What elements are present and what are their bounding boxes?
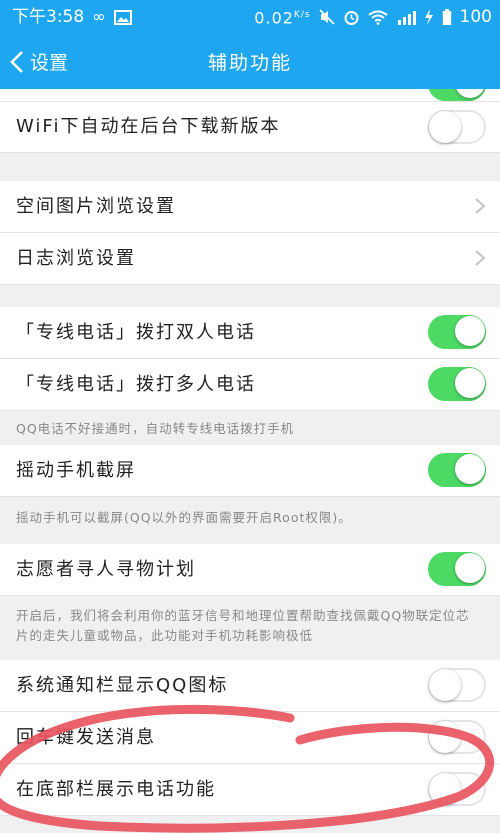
page-title: 辅助功能: [207, 52, 292, 74]
settings-list: WiFi下自动在后台下载新版本 空间图片浏览设置 日志浏览设置 「专线电话」拨打…: [0, 89, 500, 816]
row-diary-browse-settings[interactable]: 日志浏览设置: [0, 233, 500, 285]
toggle-knob: [429, 773, 461, 805]
wifi-icon: [367, 10, 388, 25]
row-enter-send[interactable]: 回车键发送消息: [0, 712, 500, 764]
title-bar: 设置 辅助功能: [0, 34, 500, 89]
toggle-knob: [429, 111, 461, 143]
row-label: 日志浏览设置: [16, 248, 136, 269]
signal-icon: [397, 10, 416, 25]
toggle-knob: [455, 454, 485, 484]
row-volunteer-plan[interactable]: 志愿者寻人寻物计划: [0, 544, 500, 596]
toggle-knob: [455, 553, 485, 583]
toggle-bottom-call[interactable]: [428, 772, 486, 806]
row-shake-screenshot[interactable]: 摇动手机截屏: [0, 445, 500, 497]
partial-row-top: [0, 89, 500, 102]
shake-note: 摇动手机可以截屏(QQ以外的界面需要开启Root权限)。: [16, 510, 352, 525]
row-label: 「专线电话」拨打多人电话: [16, 374, 256, 395]
speed-value: 0.02: [254, 8, 294, 28]
row-label: 在底部栏展示电话功能: [16, 779, 216, 800]
charging-icon: [424, 9, 433, 25]
chevron-right-icon: [475, 198, 486, 214]
row-label: 志愿者寻人寻物计划: [16, 559, 196, 580]
toggle-call-multi[interactable]: [428, 367, 486, 401]
toggle-knob: [455, 368, 485, 398]
speed-unit: K/s: [293, 10, 311, 21]
toggle-shake-screenshot[interactable]: [428, 453, 486, 487]
row-call-double[interactable]: 「专线电话」拨打双人电话: [0, 307, 500, 359]
status-time: 下午3:58: [12, 7, 85, 27]
toggle-wifi-auto-update[interactable]: [428, 110, 486, 144]
toggle-knob: [429, 721, 461, 753]
partial-row-toggle[interactable]: [428, 89, 486, 101]
row-label: 摇动手机截屏: [16, 460, 136, 481]
status-bar: 下午3:58 ∞ 0.02K/s 100: [0, 0, 500, 34]
toggle-knob: [455, 89, 485, 98]
infinity-icon: ∞: [92, 7, 106, 26]
alarm-icon: [344, 10, 359, 25]
toggle-knob: [429, 669, 461, 701]
chevron-left-icon: [10, 50, 23, 73]
chevron-right-icon: [475, 250, 486, 266]
row-notify-qq-icon[interactable]: 系统通知栏显示QQ图标: [0, 660, 500, 712]
row-qzone-photo-settings[interactable]: 空间图片浏览设置: [0, 181, 500, 233]
image-icon: [113, 9, 132, 25]
toggle-notify-qq-icon[interactable]: [428, 668, 486, 702]
toggle-volunteer-plan[interactable]: [428, 552, 486, 586]
header: 下午3:58 ∞ 0.02K/s 100 设置 辅助功能: [0, 0, 500, 89]
battery-icon: [442, 8, 451, 25]
row-label: WiFi下自动在后台下载新版本: [16, 116, 281, 137]
row-label: 系统通知栏显示QQ图标: [16, 675, 229, 696]
row-label: 回车键发送消息: [16, 727, 156, 748]
row-wifi-auto-update[interactable]: WiFi下自动在后台下载新版本: [0, 102, 500, 153]
row-bottom-call[interactable]: 在底部栏展示电话功能: [0, 764, 500, 816]
row-call-multi[interactable]: 「专线电话」拨打多人电话: [0, 359, 500, 411]
call-note: QQ电话不好接通时，自动转专线电话拨打手机: [16, 421, 295, 436]
row-label: 空间图片浏览设置: [16, 196, 176, 217]
toggle-enter-send[interactable]: [428, 720, 486, 754]
mute-icon: [318, 9, 335, 25]
back-label: 设置: [30, 52, 69, 74]
network-speed: 0.02K/s: [254, 0, 310, 36]
toggle-call-double[interactable]: [428, 315, 486, 349]
row-label: 「专线电话」拨打双人电话: [16, 322, 256, 343]
toggle-knob: [455, 316, 485, 346]
back-button[interactable]: 设置: [10, 34, 68, 89]
battery-level: 100: [459, 7, 492, 27]
volunteer-note: 开启后，我们将会利用你的蓝牙信号和地理位置帮助查找佩戴QQ物联定位芯片的走失儿童…: [16, 608, 470, 643]
